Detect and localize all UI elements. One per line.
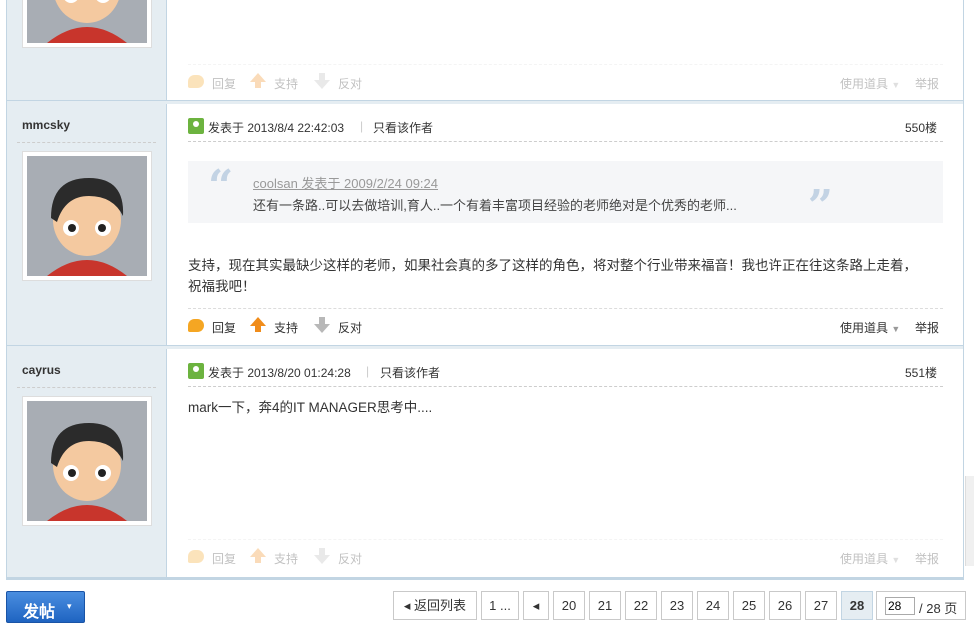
avatar[interactable] xyxy=(22,151,152,281)
support-icon xyxy=(250,73,266,88)
reply-link[interactable]: 回复 xyxy=(212,75,236,92)
post-time: 发表于 2013/8/4 22:42:03 xyxy=(208,121,345,135)
avatar-image xyxy=(27,156,147,276)
back-to-list-button[interactable]: ◂ 返回列表 xyxy=(393,591,477,620)
only-author-link[interactable]: 只看该作者 xyxy=(373,119,433,136)
sidebar-divider xyxy=(17,142,156,143)
support-link[interactable]: 支持 xyxy=(274,75,298,92)
sidebar-divider xyxy=(17,387,156,388)
page-jump: / 28 页 xyxy=(876,591,966,620)
online-status-icon xyxy=(188,118,204,134)
post-sidebar: cayrus xyxy=(7,349,167,577)
quote-block: “ coolsan 发表于 2009/2/24 09:24 还有一条路..可以去… xyxy=(188,161,943,229)
scrollbar[interactable] xyxy=(965,476,974,566)
floor-number[interactable]: 550楼 xyxy=(905,119,937,136)
avatar-image xyxy=(27,401,147,521)
post-sidebar xyxy=(7,0,167,101)
page-button[interactable]: 25 xyxy=(733,591,765,620)
reply-link[interactable]: 回复 xyxy=(212,550,236,567)
thread-container: 回复 支持 反对 使用道具 ▼ 举报 mmcsky 发表于 2013/8/4 2… xyxy=(6,0,964,580)
page-total: / 28 页 xyxy=(919,601,958,616)
report-link[interactable]: 举报 xyxy=(915,550,939,567)
post-previous: 回复 支持 反对 使用道具 ▼ 举报 xyxy=(7,0,963,101)
post-actions: 回复 支持 反对 使用道具 ▼ 举报 xyxy=(188,308,943,340)
support-icon xyxy=(250,548,266,563)
use-tools-menu[interactable]: 使用道具 ▼ xyxy=(840,319,900,336)
use-tools-label: 使用道具 xyxy=(840,552,889,566)
meta-separator: | xyxy=(366,364,370,378)
thread-bottom-border xyxy=(6,577,964,580)
oppose-icon xyxy=(314,73,330,89)
post-meta: 发表于 2013/8/4 22:42:03 | 只看该作者 550楼 xyxy=(188,116,943,142)
post-551: cayrus 发表于 2013/8/20 01:24:28 | 只看该作者 55… xyxy=(7,349,963,577)
chevron-down-icon: ▼ xyxy=(891,324,901,334)
avatar[interactable] xyxy=(22,396,152,526)
page-button[interactable]: 23 xyxy=(661,591,693,620)
new-post-button[interactable]: 发帖 ▾ xyxy=(6,591,85,623)
avatar[interactable] xyxy=(22,0,152,48)
quote-source-link[interactable]: coolsan 发表于 2009/2/24 09:24 xyxy=(253,173,438,192)
oppose-link[interactable]: 反对 xyxy=(338,75,362,92)
post-content: 回复 支持 反对 使用道具 ▼ 举报 xyxy=(188,0,943,101)
oppose-icon xyxy=(314,548,330,564)
chevron-down-icon: ▼ xyxy=(891,80,901,90)
page-button[interactable]: 22 xyxy=(625,591,657,620)
reply-icon xyxy=(188,550,204,563)
page-current: 28 xyxy=(841,591,873,620)
oppose-link[interactable]: 反对 xyxy=(338,550,362,567)
new-post-label: 发帖 xyxy=(23,604,56,621)
page-jump-input[interactable] xyxy=(885,597,915,615)
post-meta: 发表于 2013/8/20 01:24:28 | 只看该作者 551楼 xyxy=(188,361,943,387)
page-prev-button[interactable]: ◂ xyxy=(523,591,549,620)
page-button[interactable]: 20 xyxy=(553,591,585,620)
reply-icon xyxy=(188,75,204,88)
page-button[interactable]: 24 xyxy=(697,591,729,620)
page-first-button[interactable]: 1 ... xyxy=(481,591,519,620)
floor-number[interactable]: 551楼 xyxy=(905,364,937,381)
quote-text: 还有一条路..可以去做培训,育人..一个有着丰富项目经验的老师绝对是个优秀的老师… xyxy=(253,198,737,213)
meta-separator: | xyxy=(360,119,364,133)
page-button[interactable]: 26 xyxy=(769,591,801,620)
author-name[interactable]: mmcsky xyxy=(22,118,70,132)
chevron-down-icon: ▼ xyxy=(891,555,901,565)
support-icon xyxy=(250,317,266,332)
post-actions: 回复 支持 反对 使用道具 ▼ 举报 xyxy=(188,539,943,571)
post-message-line: 支持，现在其实最缺少这样的老师，如果社会真的多了这样的角色，将对整个行业带来福音… xyxy=(188,258,917,273)
post-sidebar: mmcsky xyxy=(7,104,167,345)
chevron-down-icon: ▾ xyxy=(67,601,72,611)
use-tools-label: 使用道具 xyxy=(840,321,889,335)
post-content: 发表于 2013/8/4 22:42:03 | 只看该作者 550楼 “ coo… xyxy=(188,104,943,345)
post-message: 支持，现在其实最缺少这样的老师，如果社会真的多了这样的角色，将对整个行业带来福音… xyxy=(188,255,943,297)
oppose-icon xyxy=(314,317,330,333)
page-button[interactable]: 27 xyxy=(805,591,837,620)
author-name[interactable]: cayrus xyxy=(22,363,61,377)
report-link[interactable]: 举报 xyxy=(915,75,939,92)
post-time: 发表于 2013/8/20 01:24:28 xyxy=(208,366,351,380)
post-content: 发表于 2013/8/20 01:24:28 | 只看该作者 551楼 mark… xyxy=(188,349,943,577)
use-tools-label: 使用道具 xyxy=(840,77,889,91)
use-tools-menu[interactable]: 使用道具 ▼ xyxy=(840,550,900,567)
post-message-line: 祝福我吧！ xyxy=(188,279,256,294)
quote-close-icon: ” xyxy=(807,181,833,232)
support-link[interactable]: 支持 xyxy=(274,319,298,336)
avatar-image xyxy=(27,0,147,43)
reply-link[interactable]: 回复 xyxy=(212,319,236,336)
post-550: mmcsky 发表于 2013/8/4 22:42:03 | 只看该作者 550… xyxy=(7,104,963,345)
quote-open-icon: “ xyxy=(208,161,234,212)
report-link[interactable]: 举报 xyxy=(915,319,939,336)
only-author-link[interactable]: 只看该作者 xyxy=(380,364,440,381)
page-button[interactable]: 21 xyxy=(589,591,621,620)
online-status-icon xyxy=(188,363,204,379)
post-actions: 回复 支持 反对 使用道具 ▼ 举报 xyxy=(188,64,943,96)
reply-icon xyxy=(188,319,204,332)
post-message: mark一下，奔4的IT MANAGER思考中.... xyxy=(188,400,433,415)
use-tools-menu[interactable]: 使用道具 ▼ xyxy=(840,75,900,92)
oppose-link[interactable]: 反对 xyxy=(338,319,362,336)
support-link[interactable]: 支持 xyxy=(274,550,298,567)
